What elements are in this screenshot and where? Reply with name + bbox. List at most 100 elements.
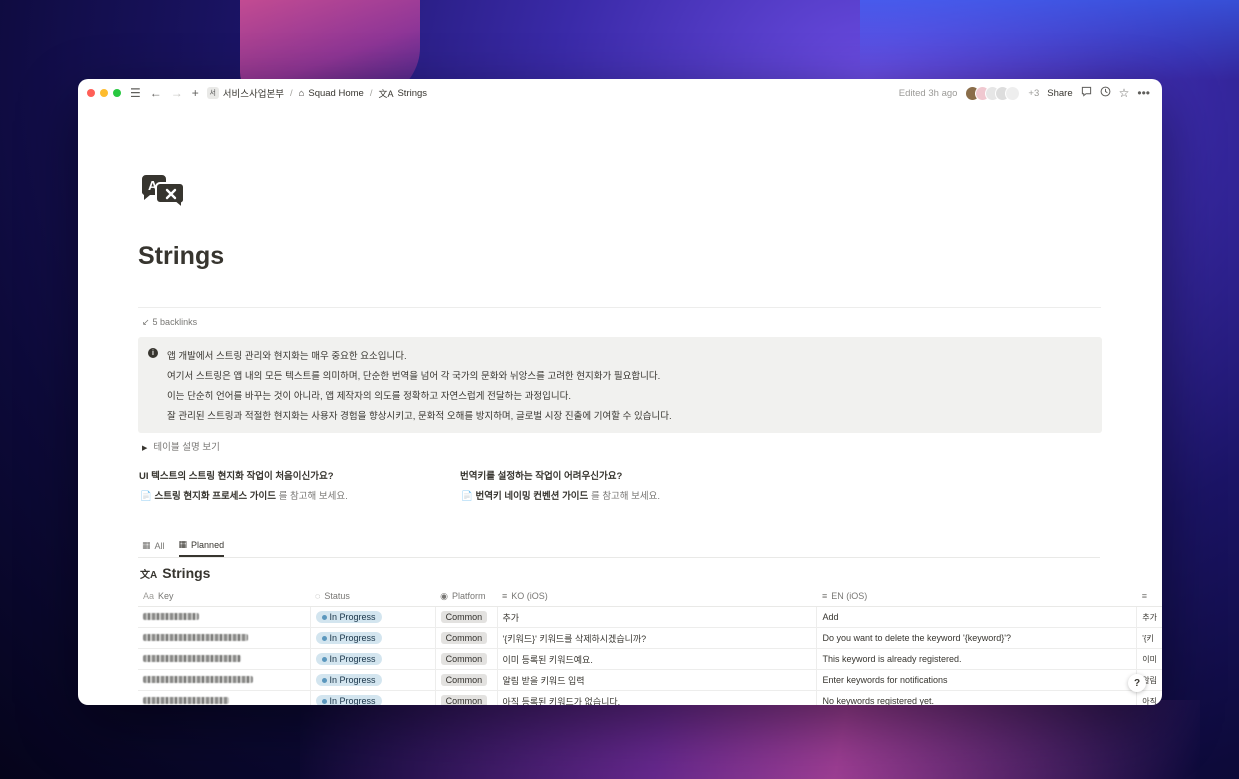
ko-cell[interactable]: 아직 등록된 키워드가 없습니다. — [496, 690, 817, 705]
backlinks-link[interactable]: ↙ 5 backlinks — [142, 317, 197, 328]
history-clock-icon[interactable] — [1100, 86, 1111, 100]
tab-all[interactable]: ▦ All — [142, 539, 165, 557]
edited-timestamp[interactable]: Edited 3h ago — [899, 88, 958, 99]
guide-suffix: 를 참고해 보세요. — [278, 491, 348, 502]
document-icon: 📄 — [461, 491, 473, 502]
callout-line: 앱 개발에서 스트링 관리와 현지화는 매우 중요한 요소입니다. — [167, 351, 407, 362]
column-header-status[interactable]: ◌ Status — [310, 586, 436, 607]
platform-cell[interactable]: Common — [434, 627, 498, 649]
status-label: In Progress — [329, 612, 376, 622]
ko-cell[interactable]: 추가 — [496, 606, 817, 628]
en-cell[interactable]: This keyword is already registered. — [816, 648, 1137, 670]
comment-icon[interactable] — [1081, 86, 1092, 100]
favorite-star-icon[interactable]: ☆ — [1119, 86, 1130, 100]
share-button[interactable]: Share — [1047, 88, 1072, 99]
status-dot — [321, 656, 327, 662]
table-row[interactable]: In Progress Common 아직 등록된 키워드가 없습니다. No … — [138, 690, 1162, 705]
viewer-avatars[interactable] — [965, 85, 1021, 101]
traffic-lights — [87, 89, 121, 97]
table-row[interactable]: In Progress Common 추가 Add 추가 — [138, 606, 1162, 628]
zoom-window-button[interactable] — [113, 89, 121, 97]
breadcrumb-squad-home[interactable]: ⌂ Squad Home — [299, 88, 364, 99]
status-badge: In Progress — [315, 611, 382, 623]
en-cell[interactable]: Add — [816, 606, 1137, 628]
close-window-button[interactable] — [87, 89, 95, 97]
more-options-icon[interactable]: ••• — [1137, 86, 1150, 100]
database-title[interactable]: 文A Strings — [140, 565, 210, 581]
translate-icon[interactable]: A — [138, 171, 190, 211]
breadcrumb-workspace[interactable]: 서 서비스사업본부 — [206, 86, 284, 100]
table-row[interactable]: In Progress Common 이미 등록된 키워드예요. This ke… — [138, 648, 1162, 670]
en-cell[interactable]: Enter keywords for notifications — [816, 669, 1137, 691]
tab-planned[interactable]: ▦ Planned — [178, 539, 225, 557]
app-window: ☰ ← → + 서 서비스사업본부 / ⌂ Squad Home / 文A St… — [78, 79, 1162, 705]
naming-convention-guide-link[interactable]: 번역키 네이밍 컨벤션 가이드 — [475, 491, 588, 502]
workspace-badge-icon: 서 — [206, 87, 219, 99]
callout-line: 잘 관리된 스트링과 적절한 현지화는 사용자 경험을 향상시키고, 문화적 오… — [167, 411, 672, 422]
backlinks-label: 5 backlinks — [152, 317, 198, 327]
database-view-tabs: ▦ All ▦ Planned — [142, 539, 225, 557]
platform-cell[interactable]: Common — [434, 606, 498, 628]
status-cell[interactable]: In Progress — [309, 627, 436, 649]
platform-cell[interactable]: Common — [434, 669, 498, 691]
new-page-plus-icon[interactable]: + — [192, 87, 199, 99]
extra-cell[interactable]: 추가 — [1136, 606, 1162, 628]
table-row[interactable]: In Progress Common 알림 받을 키워드 입력 Enter ke… — [138, 669, 1162, 691]
ko-cell[interactable]: 이미 등록된 키워드예요. — [496, 648, 817, 670]
extra-cell[interactable]: 이미 — [1136, 648, 1162, 670]
table-description-toggle[interactable]: ▶ 테이블 설명 보기 — [142, 439, 220, 453]
platform-tag: Common — [440, 632, 488, 644]
status-dot — [321, 698, 327, 704]
column-header-extra[interactable]: ≡ — [1136, 586, 1162, 607]
ko-cell[interactable]: '{키워드}' 키워드를 삭제하시겠습니까? — [496, 627, 817, 649]
column-header-en-ios[interactable]: ≡ EN (iOS) — [816, 586, 1137, 607]
top-bar: ☰ ← → + 서 서비스사업본부 / ⌂ Squad Home / 文A St… — [78, 79, 1162, 107]
extra-cell[interactable]: 아직 — [1136, 690, 1162, 705]
help-button[interactable]: ? — [1128, 674, 1146, 692]
platform-tag: Common — [440, 695, 488, 705]
back-arrow-icon[interactable]: ← — [150, 87, 162, 99]
key-cell[interactable] — [138, 669, 311, 691]
redacted-key — [143, 697, 229, 704]
key-cell[interactable] — [138, 648, 311, 670]
status-cell[interactable]: In Progress — [309, 669, 436, 691]
key-cell[interactable] — [138, 627, 311, 649]
status-cell[interactable]: In Progress — [309, 606, 436, 628]
info-callout[interactable]: i 앱 개발에서 스트링 관리와 현지화는 매우 중요한 요소입니다. 여기서 … — [138, 337, 1102, 433]
sidebar-menu-icon[interactable]: ☰ — [130, 87, 141, 99]
platform-cell[interactable]: Common — [434, 648, 498, 670]
breadcrumb-label: Strings — [397, 87, 428, 99]
column-header-key[interactable]: Aa Key — [138, 586, 311, 607]
key-cell[interactable] — [138, 690, 311, 705]
minimize-window-button[interactable] — [100, 89, 108, 97]
ko-cell[interactable]: 알림 받을 키워드 입력 — [496, 669, 817, 691]
extra-viewers-count[interactable]: +3 — [1028, 88, 1039, 99]
table-header-row: Aa Key ◌ Status ◉ Platform ≡ KO (iOS) ≡ EN (i… — [138, 586, 1162, 607]
column-header-ko-ios[interactable]: ≡ KO (iOS) — [497, 586, 817, 607]
extra-cell[interactable]: '{키 — [1136, 627, 1162, 649]
breadcrumb-separator: / — [369, 87, 373, 99]
forward-arrow-icon[interactable]: → — [171, 87, 183, 99]
toggle-label: 테이블 설명 보기 — [153, 442, 220, 453]
platform-tag: Common — [440, 653, 488, 665]
key-cell[interactable] — [138, 606, 311, 628]
breadcrumb-strings[interactable]: 文A Strings — [378, 87, 427, 100]
table-row[interactable]: In Progress Common '{키워드}' 키워드를 삭제하시겠습니까… — [138, 627, 1162, 649]
platform-tag: Common — [440, 674, 488, 686]
en-cell[interactable]: No keywords registered yet. — [816, 690, 1137, 705]
page-title[interactable]: Strings — [138, 242, 224, 271]
guide-suffix: 를 참고해 보세요. — [590, 491, 661, 502]
status-cell[interactable]: In Progress — [309, 690, 436, 705]
status-cell[interactable]: In Progress — [309, 648, 436, 670]
en-cell[interactable]: Do you want to delete the keyword '{keyw… — [816, 627, 1137, 649]
table-icon: ▦ — [142, 540, 151, 550]
platform-cell[interactable]: Common — [434, 690, 498, 705]
breadcrumb-label: 서비스사업본부 — [222, 89, 284, 100]
column-label: Status — [324, 591, 350, 601]
localization-guide-link[interactable]: 스트링 현지화 프로세스 가이드 — [154, 491, 276, 502]
column-header-platform[interactable]: ◉ Platform — [435, 586, 498, 607]
wallpaper-wave — [300, 700, 1200, 779]
breadcrumb-separator: / — [289, 87, 293, 99]
column-label: Platform — [451, 590, 486, 601]
avatar — [1005, 85, 1021, 101]
